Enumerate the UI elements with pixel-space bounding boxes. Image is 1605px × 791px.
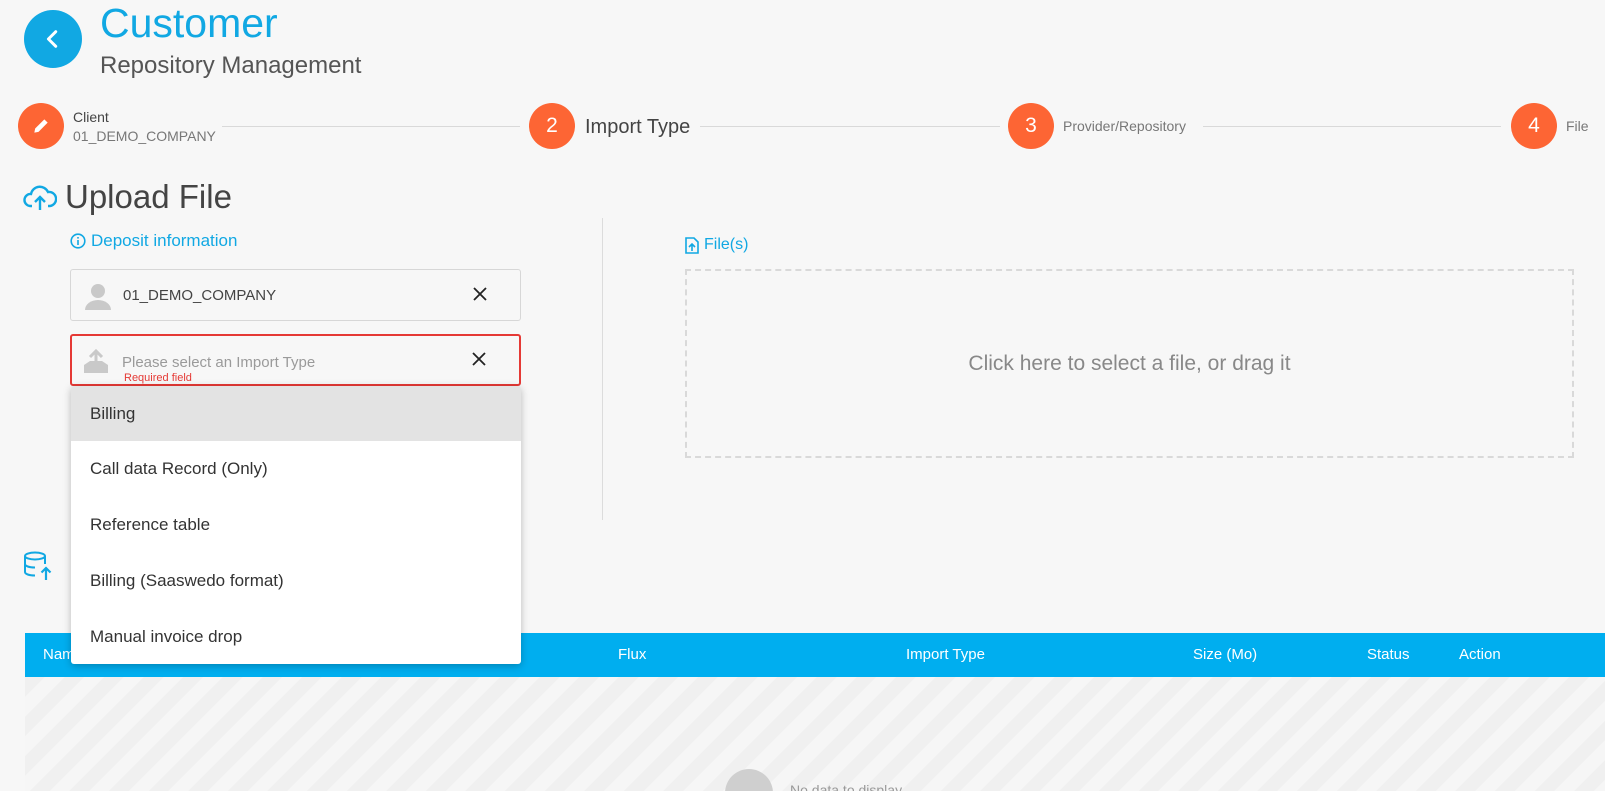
import-type-dropdown: Billing Call data Record (Only) Referenc… (71, 386, 521, 664)
dropdown-option-reference-table[interactable]: Reference table (71, 497, 521, 553)
table-body (25, 677, 1605, 791)
page-subtitle: Repository Management (100, 52, 362, 79)
step-file[interactable]: 4 (1511, 103, 1557, 149)
stepper-connector (1203, 126, 1501, 127)
close-icon[interactable] (469, 349, 489, 369)
step-provider[interactable]: 3 (1008, 103, 1054, 149)
pencil-icon (34, 119, 48, 133)
deposit-information-label: Deposit information (91, 231, 238, 250)
chevron-left-icon (46, 30, 58, 48)
inbox-upload-icon (84, 349, 108, 373)
step-client-label: Client (73, 109, 109, 125)
column-name[interactable]: Nam (43, 646, 75, 663)
no-data-text: No data to display (790, 782, 903, 791)
file-upload-icon (685, 236, 699, 254)
column-size[interactable]: Size (Mo) (1193, 646, 1257, 663)
info-icon (70, 233, 86, 249)
deposit-information-link[interactable]: Deposit information (70, 231, 237, 251)
step-file-label: File (1566, 118, 1589, 134)
column-action[interactable]: Action (1459, 646, 1501, 663)
step-import-type[interactable]: 2 (529, 103, 575, 149)
back-button[interactable] (24, 10, 82, 68)
step-import-type-label: Import Type (585, 116, 691, 138)
stepper-connector (700, 126, 1000, 127)
required-field-error: Required field (124, 372, 192, 384)
dropzone-text: Click here to select a file, or drag it (968, 351, 1291, 375)
step-provider-label: Provider/Repository (1063, 118, 1186, 134)
dropdown-option-manual-invoice-drop[interactable]: Manual invoice drop (71, 609, 521, 664)
cloud-upload-icon (23, 184, 58, 217)
column-flux[interactable]: Flux (618, 646, 646, 663)
section-divider (602, 218, 603, 520)
close-icon[interactable] (470, 284, 490, 304)
import-type-select[interactable]: Please select an Import Type Required fi… (70, 334, 521, 386)
client-field-value: 01_DEMO_COMPANY (123, 286, 277, 304)
dropdown-option-call-data-record[interactable]: Call data Record (Only) (71, 441, 521, 497)
files-label: File(s) (685, 236, 748, 254)
step-client[interactable] (18, 103, 64, 149)
import-type-placeholder: Please select an Import Type (122, 354, 316, 371)
database-upload-icon (23, 551, 53, 586)
column-import-type[interactable]: Import Type (906, 646, 985, 663)
files-label-text: File(s) (704, 236, 749, 253)
page-title: Customer (100, 0, 278, 46)
column-status[interactable]: Status (1367, 646, 1410, 663)
upload-section-title: Upload File (65, 178, 232, 215)
step-client-value: 01_DEMO_COMPANY (73, 128, 216, 144)
file-dropzone[interactable]: Click here to select a file, or drag it (685, 269, 1574, 458)
dropdown-option-billing-saaswedo[interactable]: Billing (Saaswedo format) (71, 553, 521, 609)
stepper-connector (222, 126, 520, 127)
dropdown-option-billing[interactable]: Billing (71, 386, 521, 441)
user-icon (85, 284, 111, 310)
client-field[interactable]: 01_DEMO_COMPANY (70, 269, 521, 321)
